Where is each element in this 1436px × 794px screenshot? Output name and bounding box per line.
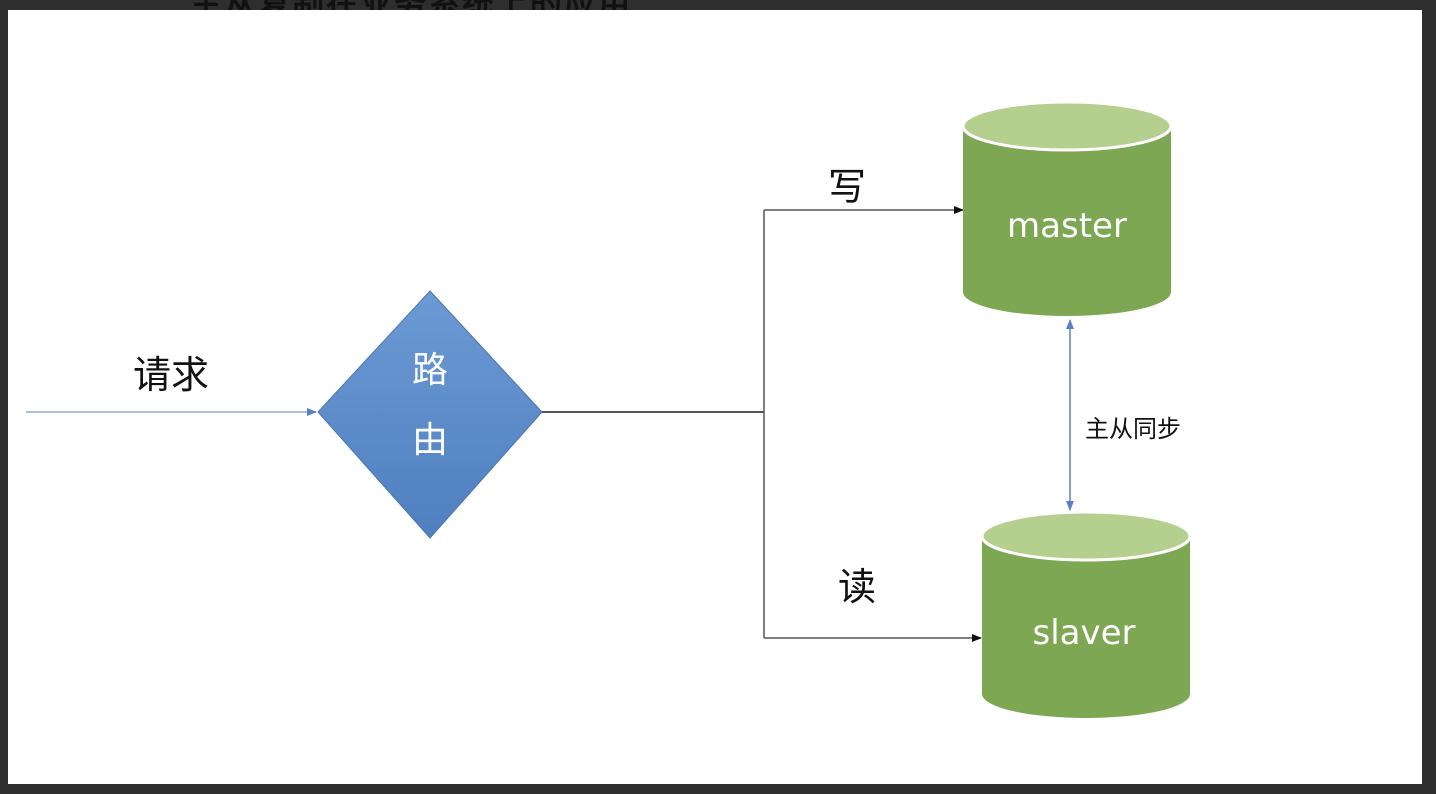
router-diamond: [317, 290, 543, 539]
diagram-canvas: 请求 路 由 写 读 master slaver 主从同步: [26, 100, 1192, 718]
request-label: 请求: [133, 353, 209, 397]
screenshot-frame: 主从复制在业务系统上的应用 请求: [0, 0, 1436, 794]
master-label: master: [1007, 206, 1127, 246]
read-label: 读: [838, 565, 876, 609]
router-label-2: 由: [412, 420, 448, 461]
diagram-panel: 请求 路 由 写 读 master slaver 主从同步: [8, 10, 1422, 784]
router-label: 路: [412, 350, 448, 391]
sync-label: 主从同步: [1085, 415, 1181, 443]
slave-label: slaver: [1032, 613, 1135, 653]
write-label: 写: [828, 165, 866, 209]
